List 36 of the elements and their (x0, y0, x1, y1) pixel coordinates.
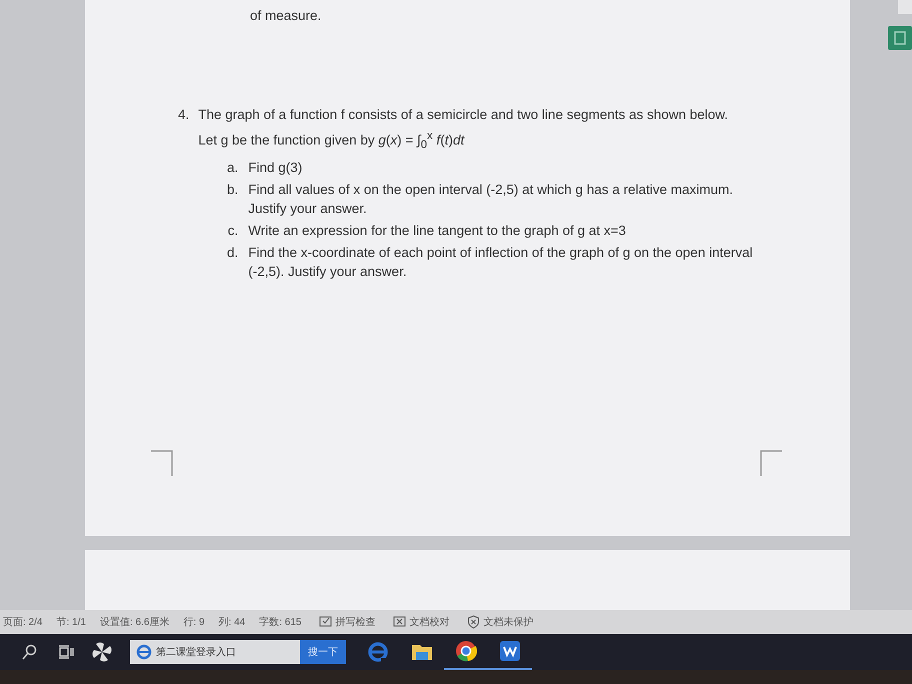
status-text: 页面: 2/4 (3, 616, 42, 629)
question-part-text: Find the x-coordinate of each point of inflection of the graph of g on the open interval (-2,5). Justify your answer. (248, 244, 754, 282)
status-toggle[interactable]: 文档校对 (409, 615, 450, 629)
status-toggle[interactable]: 拼写检查 (335, 615, 376, 629)
wps-w-icon (499, 640, 521, 662)
chrome-icon (455, 640, 477, 662)
status-text: 列: 44 (218, 616, 246, 629)
x-box-icon (393, 615, 406, 629)
browser-e-icon (136, 644, 152, 660)
check-icon (319, 615, 332, 629)
question-part-text: Find all values of x on the open interval (-2,5) at which g has a relative maximum. Justify your answer. (248, 181, 734, 218)
app-icon (888, 26, 912, 50)
search-field[interactable]: 第二课堂登录入口 (130, 640, 300, 664)
list-label: d. (226, 244, 238, 262)
paragraph-text: of measure. (250, 7, 322, 25)
pinwheel-icon (92, 642, 112, 662)
question-text: Let g be the function given by g(x) = ∫$_{0}$$^{x}$ f(t)dt (198, 129, 466, 154)
margin-corner-mark (760, 450, 782, 476)
margin-corner-mark (151, 450, 173, 476)
task-view-icon (58, 645, 74, 659)
browser-e-icon (367, 641, 389, 663)
status-text: 节: 1/1 (56, 616, 86, 629)
shield-icon (467, 615, 480, 629)
list-label: b. (226, 181, 238, 200)
list-label: c. (226, 222, 238, 240)
question-text: The graph of a function f consists of a semicircle and two line segments as shown below. (198, 106, 730, 124)
search-icon (22, 644, 38, 660)
question-part-text: Find g(3) (248, 159, 304, 178)
status-text: 行: 9 (183, 616, 205, 629)
question-number: 4. (178, 106, 190, 124)
search-submit-button[interactable]: 搜一下 (300, 640, 346, 664)
status-text: 字数: 615 (259, 616, 302, 629)
status-toggle[interactable]: 文档未保护 (483, 615, 534, 629)
status-text: 设置值: 6.6厘米 (100, 616, 170, 629)
question-part-text: Write an expression for the line tangent to the graph of g at x=3 (248, 222, 627, 240)
list-label: a. (226, 159, 238, 178)
